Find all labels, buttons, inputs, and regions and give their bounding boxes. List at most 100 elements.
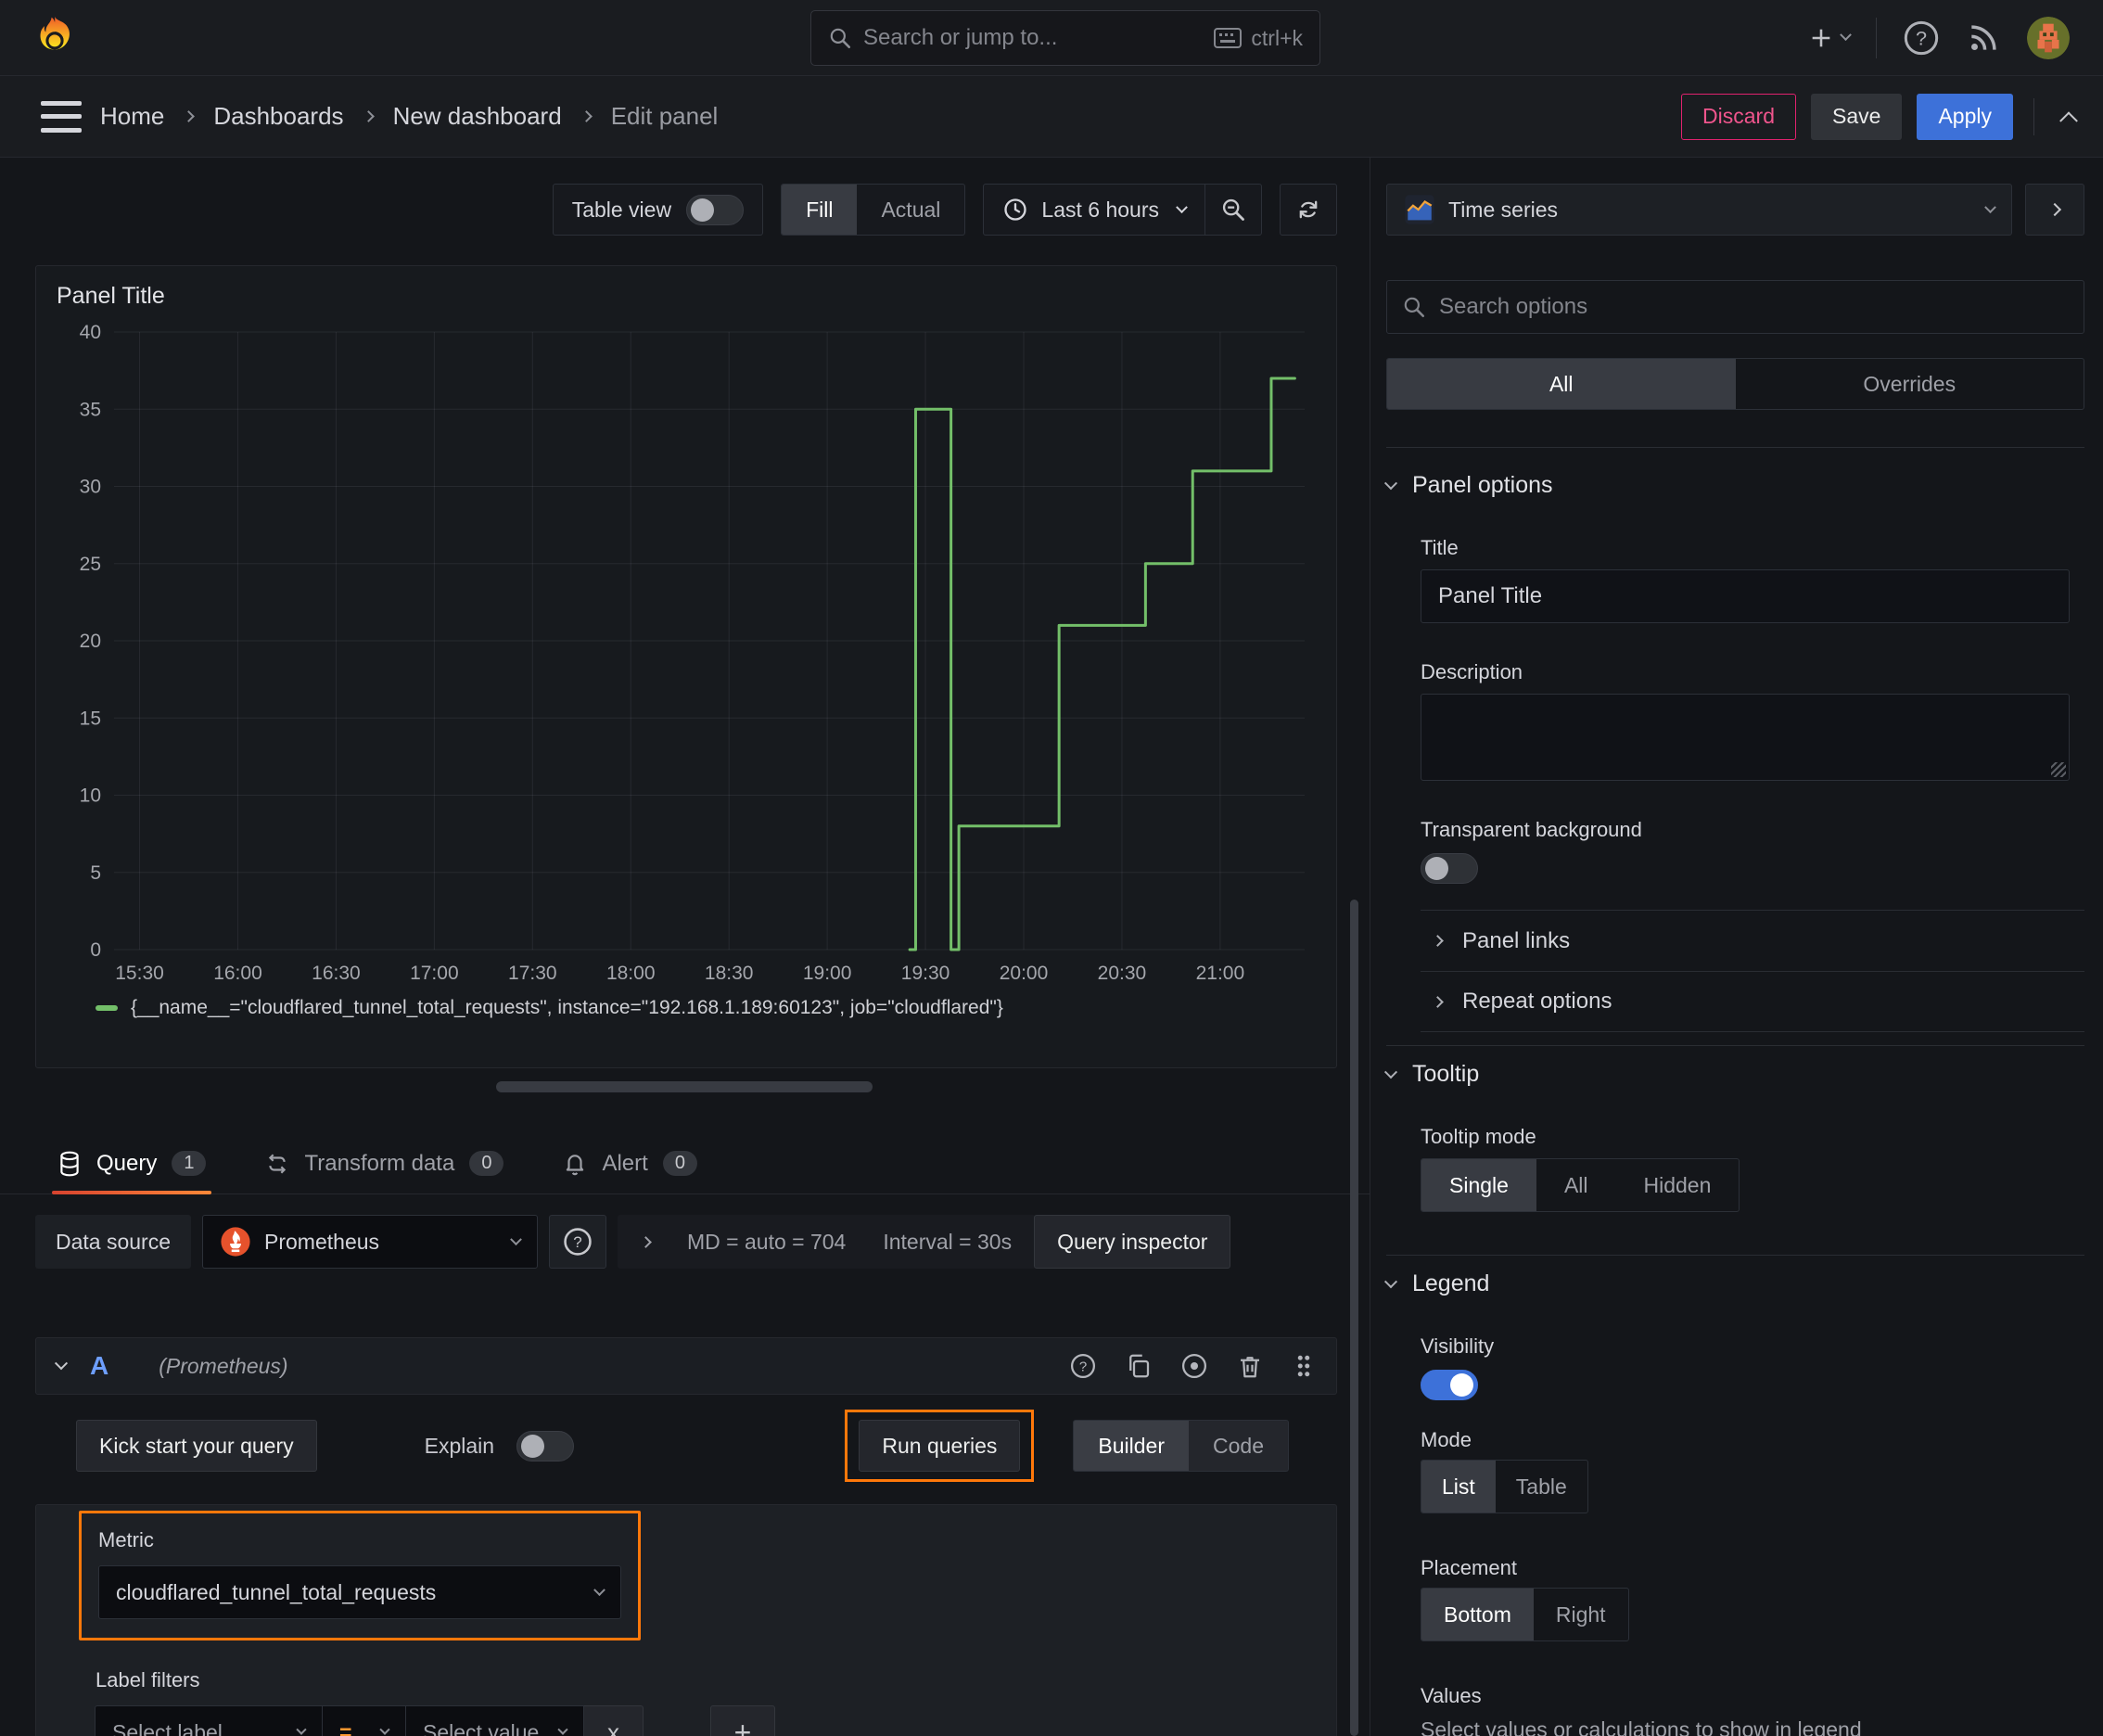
grafana-logo-icon[interactable] bbox=[33, 15, 76, 61]
time-range-group: Last 6 hours bbox=[983, 184, 1262, 236]
visualization-picker[interactable]: Time series bbox=[1386, 184, 2012, 236]
tooltip-mode-all[interactable]: All bbox=[1536, 1159, 1616, 1211]
add-filter-button[interactable]: + bbox=[710, 1705, 775, 1736]
drag-handle-icon[interactable] bbox=[1292, 1352, 1316, 1380]
svg-text:30: 30 bbox=[80, 477, 101, 498]
tooltip-mode-single[interactable]: Single bbox=[1421, 1159, 1536, 1211]
tooltip-body: Tooltip mode Single All Hidden bbox=[1386, 1125, 2084, 1212]
metric-select[interactable]: cloudflared_tunnel_total_requests bbox=[98, 1565, 621, 1619]
chevron-right-icon bbox=[1432, 995, 1444, 1008]
query-options-collapsed[interactable]: MD = auto = 704 Interval = 30s bbox=[618, 1215, 1037, 1269]
options-search[interactable] bbox=[1386, 280, 2084, 334]
legend-visibility-toggle[interactable] bbox=[1421, 1370, 1478, 1400]
code-option[interactable]: Code bbox=[1189, 1421, 1288, 1471]
panel-options-header[interactable]: Panel options bbox=[1383, 448, 2084, 499]
save-button[interactable]: Save bbox=[1811, 93, 1903, 140]
legend-mode-list[interactable]: List bbox=[1421, 1461, 1496, 1513]
chevron-right-icon bbox=[580, 110, 593, 122]
disable-query-eye-icon[interactable] bbox=[1180, 1352, 1208, 1380]
chevron-down-icon bbox=[379, 1724, 390, 1735]
metric-label: Metric bbox=[98, 1528, 154, 1551]
run-queries-button[interactable]: Run queries bbox=[859, 1420, 1021, 1472]
panel-title-input[interactable] bbox=[1421, 569, 2070, 623]
legend-mode-table[interactable]: Table bbox=[1496, 1461, 1587, 1513]
actual-option[interactable]: Actual bbox=[857, 185, 964, 235]
explain-toggle[interactable] bbox=[516, 1430, 575, 1462]
help-icon[interactable]: ? bbox=[1903, 19, 1940, 57]
label-filter-row: Select label = Select value x + bbox=[95, 1705, 1336, 1736]
legend-header[interactable]: Legend bbox=[1383, 1256, 2084, 1297]
breadcrumb-dashboards[interactable]: Dashboards bbox=[213, 102, 343, 131]
bell-icon bbox=[567, 1154, 584, 1175]
table-view-toggle[interactable] bbox=[686, 194, 745, 225]
horizontal-scrollbar[interactable] bbox=[496, 1081, 873, 1092]
explain-toggle-group: Explain bbox=[425, 1430, 575, 1462]
tab-overrides[interactable]: Overrides bbox=[1736, 359, 2084, 409]
legend-series-label[interactable]: {__name__="cloudflared_tunnel_total_requ… bbox=[131, 997, 1003, 1019]
tab-alert[interactable]: Alert 0 bbox=[563, 1133, 697, 1194]
interval-stat: Interval = 30s bbox=[883, 1229, 1013, 1254]
resize-grip-icon[interactable] bbox=[2051, 762, 2066, 777]
query-row-header[interactable]: A (Prometheus) ? bbox=[35, 1337, 1337, 1395]
tooltip-mode-hidden[interactable]: Hidden bbox=[1616, 1159, 1740, 1211]
collapse-query-icon[interactable] bbox=[54, 1357, 69, 1371]
news-rss-icon[interactable] bbox=[1966, 20, 2001, 56]
query-inspector-button[interactable]: Query inspector bbox=[1034, 1215, 1231, 1269]
discard-button[interactable]: Discard bbox=[1681, 93, 1797, 140]
operator-dropdown[interactable]: = bbox=[323, 1705, 406, 1736]
user-avatar[interactable] bbox=[2027, 16, 2070, 59]
global-search-input[interactable] bbox=[863, 25, 1204, 51]
chevron-down-icon bbox=[1383, 1274, 1398, 1288]
table-view-label: Table view bbox=[571, 197, 672, 222]
datasource-picker[interactable]: Prometheus bbox=[202, 1215, 539, 1269]
chevron-down-icon bbox=[557, 1724, 568, 1735]
divider bbox=[1876, 17, 1877, 58]
search-icon bbox=[830, 28, 851, 49]
datasource-help-button[interactable]: ? bbox=[549, 1215, 607, 1269]
time-series-chart[interactable]: 0 5 10 15 20 25 30 35 40 15:30 16:00 16:30 17:00 17:3… bbox=[57, 319, 1314, 990]
collapse-header-icon[interactable] bbox=[2059, 110, 2078, 130]
description-textarea[interactable] bbox=[1421, 694, 2070, 781]
tab-transform-data[interactable]: Transform data 0 bbox=[265, 1133, 504, 1194]
breadcrumb-home[interactable]: Home bbox=[100, 102, 164, 131]
chevron-right-icon bbox=[640, 1235, 652, 1248]
zoom-out-button[interactable] bbox=[1205, 185, 1261, 235]
transform-icon bbox=[269, 1153, 287, 1174]
fill-option[interactable]: Fill bbox=[782, 185, 858, 235]
legend-mode-group: List Table bbox=[1421, 1460, 1588, 1513]
legend-placement-bottom[interactable]: Bottom bbox=[1421, 1589, 1534, 1640]
time-range-picker[interactable]: Last 6 hours bbox=[984, 197, 1204, 223]
fill-actual-switch: Fill Actual bbox=[781, 184, 966, 236]
builder-option[interactable]: Builder bbox=[1074, 1421, 1190, 1471]
select-value-dropdown[interactable]: Select value bbox=[406, 1705, 584, 1736]
duplicate-query-icon[interactable] bbox=[1125, 1352, 1153, 1380]
breadcrumb-new-dashboard[interactable]: New dashboard bbox=[393, 102, 562, 131]
transparent-background-toggle[interactable] bbox=[1421, 853, 1478, 884]
remove-filter-button[interactable]: x bbox=[584, 1705, 644, 1736]
apply-button[interactable]: Apply bbox=[1917, 93, 2013, 140]
tooltip-header[interactable]: Tooltip bbox=[1383, 1046, 2084, 1088]
new-menu-button[interactable] bbox=[1808, 25, 1852, 51]
menu-toggle-icon[interactable] bbox=[41, 100, 82, 133]
query-help-icon[interactable]: ? bbox=[1069, 1352, 1097, 1380]
svg-text:18:00: 18:00 bbox=[606, 963, 656, 984]
delete-query-icon[interactable] bbox=[1236, 1352, 1264, 1380]
panel-links-section[interactable]: Panel links bbox=[1421, 910, 2084, 971]
select-label-dropdown[interactable]: Select label bbox=[95, 1705, 323, 1736]
toggle-viz-picker-button[interactable] bbox=[2025, 184, 2084, 236]
svg-text:5: 5 bbox=[90, 862, 101, 884]
vertical-scrollbar[interactable] bbox=[1350, 900, 1358, 1736]
chevron-down-icon bbox=[1176, 200, 1188, 213]
global-search[interactable]: ctrl+k bbox=[810, 10, 1320, 66]
options-search-input[interactable] bbox=[1439, 294, 2069, 320]
legend-placement-right[interactable]: Right bbox=[1534, 1589, 1628, 1640]
svg-text:?: ? bbox=[1079, 1359, 1087, 1374]
svg-text:10: 10 bbox=[80, 785, 101, 807]
panel-options-body: Title Description Transparent background… bbox=[1386, 536, 2084, 1032]
tab-query[interactable]: Query 1 bbox=[51, 1133, 212, 1194]
kick-start-query-button[interactable]: Kick start your query bbox=[76, 1420, 317, 1472]
refresh-button[interactable] bbox=[1280, 184, 1337, 236]
tab-all[interactable]: All bbox=[1387, 359, 1736, 409]
run-queries-highlight: Run queries bbox=[845, 1410, 1035, 1482]
repeat-options-section[interactable]: Repeat options bbox=[1421, 971, 2084, 1032]
